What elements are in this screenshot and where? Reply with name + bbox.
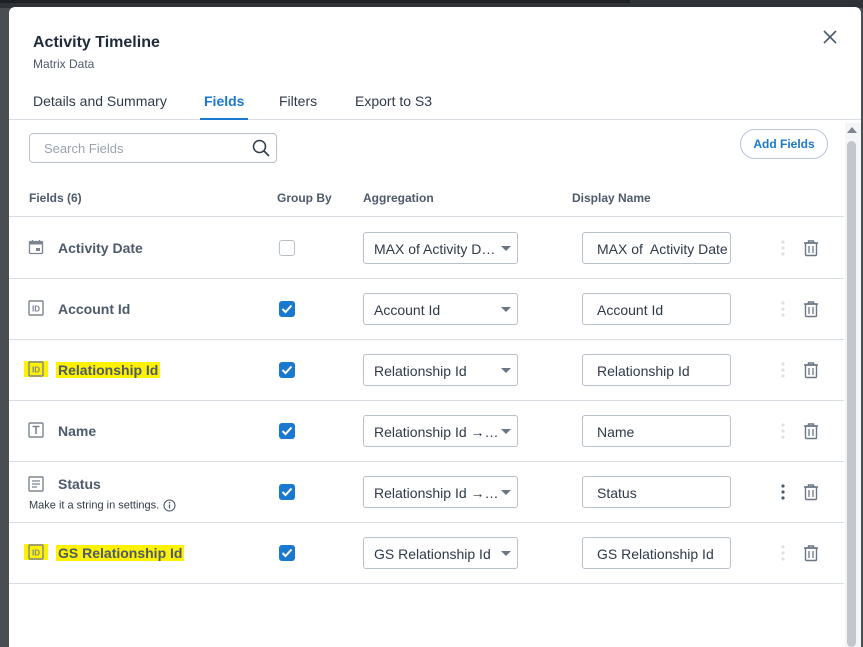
- more-options-icon[interactable]: [779, 300, 787, 318]
- field-name: GS Relationship Id: [56, 545, 185, 561]
- topbar-line: [0, 0, 630, 3]
- chevron-down-icon: [501, 429, 511, 434]
- checkmark-icon: [281, 304, 293, 314]
- tab-fields[interactable]: Fields: [200, 93, 249, 120]
- close-icon: [823, 30, 837, 44]
- display-name-field: [582, 354, 731, 386]
- more-options-icon[interactable]: [779, 422, 787, 440]
- tab-filters[interactable]: Filters: [279, 93, 317, 118]
- chevron-down-icon: [501, 307, 511, 312]
- list-icon: [28, 476, 44, 492]
- field-row-name: Name Relationship Id → Name: [9, 400, 844, 462]
- column-header-display-name: Display Name: [572, 191, 651, 205]
- aggregation-select[interactable]: Relationship Id: [363, 354, 518, 386]
- tab-bar: Details and Summary Fields Filters Expor…: [9, 89, 861, 120]
- checkmark-icon: [281, 487, 293, 497]
- group-by-checkbox[interactable]: [279, 545, 295, 561]
- aggregation-value: MAX of Activity Date: [374, 241, 500, 257]
- aggregation-value: Relationship Id → Status: [374, 485, 500, 501]
- display-name-input[interactable]: [595, 301, 729, 319]
- field-name: Activity Date: [58, 240, 143, 256]
- info-icon[interactable]: [163, 499, 176, 512]
- trash-icon[interactable]: [802, 300, 820, 318]
- id-icon: ID: [28, 300, 44, 316]
- id-icon: ID: [28, 544, 44, 560]
- chevron-down-icon: [501, 368, 511, 373]
- display-name-input[interactable]: [595, 423, 729, 441]
- aggregation-value: Relationship Id: [374, 363, 467, 379]
- modal-title: Activity Timeline: [33, 34, 160, 51]
- display-name-field: [582, 232, 731, 264]
- field-row-gs-relationship-id: ID GS Relationship Id GS Relationship Id: [9, 522, 844, 584]
- display-name-input[interactable]: [595, 484, 729, 502]
- trash-icon[interactable]: [802, 239, 820, 257]
- aggregation-select[interactable]: Account Id: [363, 293, 518, 325]
- svg-text:ID: ID: [32, 549, 40, 558]
- aggregation-value: Relationship Id → Name: [374, 424, 500, 440]
- trash-icon[interactable]: [802, 422, 820, 440]
- group-by-checkbox[interactable]: [279, 423, 295, 439]
- group-by-checkbox[interactable]: [279, 240, 295, 256]
- field-subtext-label: Make it a string in settings.: [29, 499, 160, 512]
- search-input[interactable]: [42, 140, 246, 157]
- aggregation-value: GS Relationship Id: [374, 546, 491, 562]
- column-header-group-by: Group By: [277, 191, 332, 205]
- checkmark-icon: [281, 548, 293, 558]
- checkmark-icon: [281, 365, 293, 375]
- close-button[interactable]: [819, 26, 841, 48]
- display-name-input[interactable]: [595, 240, 729, 258]
- display-name-field: [582, 415, 731, 447]
- scrollbar-thumb[interactable]: [847, 141, 856, 647]
- svg-text:ID: ID: [32, 305, 40, 314]
- field-row-account-id: ID Account Id Account Id: [9, 278, 844, 340]
- display-name-field: [582, 537, 731, 569]
- modal-subtitle: Matrix Data: [33, 57, 95, 71]
- group-by-checkbox[interactable]: [279, 301, 295, 317]
- field-name: Relationship Id: [56, 362, 161, 378]
- add-fields-button[interactable]: Add Fields: [740, 129, 828, 159]
- svg-text:ID: ID: [32, 366, 40, 375]
- fields-modal: Activity Timeline Matrix Data Details an…: [9, 7, 861, 647]
- display-name-field: [582, 476, 731, 508]
- column-header-fields: Fields (6): [29, 191, 82, 205]
- id-icon: ID: [28, 361, 44, 377]
- aggregation-select[interactable]: MAX of Activity Date: [363, 232, 518, 264]
- aggregation-value: Account Id: [374, 302, 441, 318]
- trash-icon[interactable]: [802, 361, 820, 379]
- display-name-field: [582, 293, 731, 325]
- search-icon[interactable]: [252, 139, 270, 162]
- scroll-up-arrow-icon[interactable]: [847, 127, 857, 133]
- field-subtext: Make it a string in settings.: [29, 499, 176, 512]
- more-options-icon[interactable]: [779, 239, 787, 257]
- field-row-relationship-id: ID Relationship Id Relationship Id: [9, 339, 844, 401]
- calendar-icon: [28, 240, 44, 255]
- checkmark-icon: [281, 426, 293, 436]
- chevron-down-icon: [501, 246, 511, 251]
- trash-icon[interactable]: [802, 483, 820, 501]
- text-icon: [28, 422, 44, 438]
- aggregation-select[interactable]: GS Relationship Id: [363, 537, 518, 569]
- field-name: Name: [58, 423, 97, 439]
- search-box: [29, 133, 277, 163]
- more-options-icon[interactable]: [779, 544, 787, 562]
- display-name-input[interactable]: [595, 545, 729, 563]
- group-by-checkbox[interactable]: [279, 484, 295, 500]
- tab-export-to-s3[interactable]: Export to S3: [355, 93, 432, 118]
- more-options-icon[interactable]: [779, 483, 787, 501]
- group-by-checkbox[interactable]: [279, 362, 295, 378]
- field-name: Account Id: [58, 301, 131, 317]
- field-name: Status: [58, 476, 101, 492]
- field-row-activity-date: Activity Date MAX of Activity Date: [9, 217, 844, 279]
- aggregation-select[interactable]: Relationship Id → Name: [363, 415, 518, 447]
- field-row-status: Status Make it a string in settings. Rel…: [9, 461, 844, 523]
- tab-details-and-summary[interactable]: Details and Summary: [33, 93, 167, 118]
- trash-icon[interactable]: [802, 544, 820, 562]
- chevron-down-icon: [501, 490, 511, 495]
- aggregation-select[interactable]: Relationship Id → Status: [363, 476, 518, 508]
- more-options-icon[interactable]: [779, 361, 787, 379]
- display-name-input[interactable]: [595, 362, 729, 380]
- column-header-aggregation: Aggregation: [363, 191, 434, 205]
- chevron-down-icon: [501, 551, 511, 556]
